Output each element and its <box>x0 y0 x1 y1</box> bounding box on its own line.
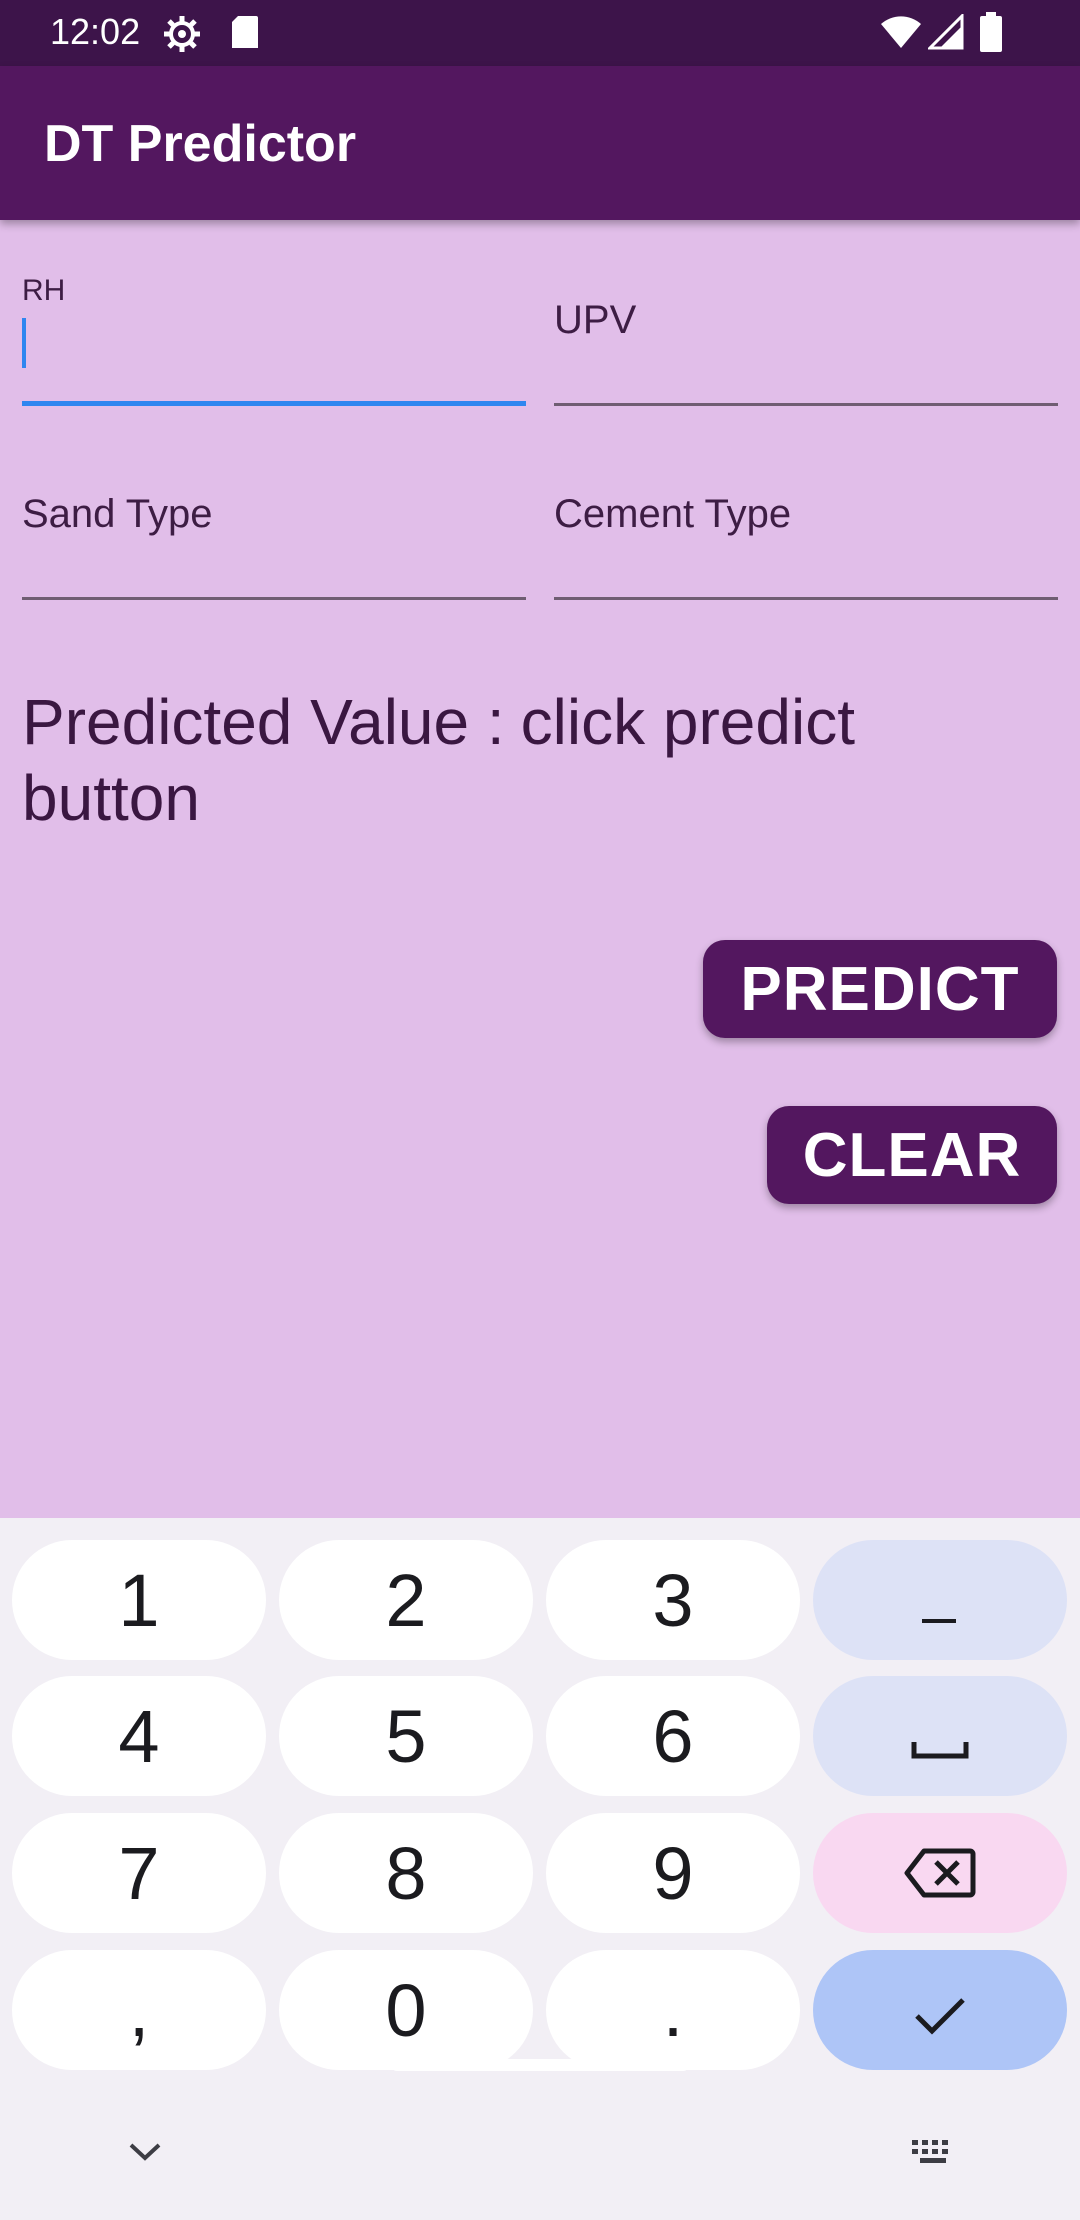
battery-icon <box>978 12 1004 57</box>
key-8[interactable]: 8 <box>279 1813 533 1933</box>
cement-type-label: Cement Type <box>554 492 792 536</box>
rh-label: RH <box>22 274 66 307</box>
text-cursor <box>22 318 26 368</box>
key-0[interactable]: 0 <box>279 1950 533 2070</box>
key-9[interactable]: 9 <box>546 1813 800 1933</box>
key-2[interactable]: 2 <box>279 1540 533 1660</box>
hide-keyboard-chevron-icon[interactable] <box>128 2142 162 2167</box>
keyboard-switch-icon[interactable] <box>910 2138 956 2171</box>
key-comma[interactable]: , <box>12 1950 266 2070</box>
sand-type-field[interactable]: Sand Type <box>22 466 526 602</box>
done-check-icon <box>913 1968 967 2053</box>
key-1[interactable]: 1 <box>12 1540 266 1660</box>
key-6[interactable]: 6 <box>546 1676 800 1796</box>
key-5[interactable]: 5 <box>279 1676 533 1796</box>
clear-button[interactable]: CLEAR <box>767 1106 1057 1204</box>
backspace-icon <box>904 1831 976 1916</box>
status-bar: 12:02 <box>0 0 1080 66</box>
minus-icon <box>920 1558 960 1643</box>
wifi-icon <box>880 14 922 55</box>
predicted-value-text: Predicted Value : click predict button <box>22 684 1022 836</box>
sand-type-label: Sand Type <box>22 492 213 536</box>
app-title: DT Predictor <box>44 115 357 173</box>
rh-underline <box>22 401 526 406</box>
cement-type-field[interactable]: Cement Type <box>554 466 1058 602</box>
upv-underline <box>554 403 1058 406</box>
app-bar: DT Predictor <box>0 66 1080 220</box>
key-3[interactable]: 3 <box>546 1540 800 1660</box>
key-7[interactable]: 7 <box>12 1813 266 1933</box>
upv-field[interactable]: UPV <box>554 270 1058 408</box>
space-icon <box>910 1694 970 1779</box>
key-backspace[interactable] <box>813 1813 1067 1933</box>
home-indicator[interactable] <box>391 2059 689 2071</box>
key-minus[interactable] <box>813 1540 1067 1660</box>
key-period[interactable]: . <box>546 1950 800 2070</box>
settings-icon <box>162 14 202 59</box>
signal-icon <box>926 12 964 55</box>
sd-card-icon <box>230 14 260 55</box>
upv-label: UPV <box>554 298 637 342</box>
numeric-keyboard: 1 2 3 4 5 6 7 8 9 , 0 . <box>0 1518 1080 2220</box>
predict-button[interactable]: PREDICT <box>703 940 1057 1038</box>
status-time: 12:02 <box>50 11 141 52</box>
key-space[interactable] <box>813 1676 1067 1796</box>
cement-type-underline <box>554 597 1058 600</box>
rh-field[interactable]: RH <box>22 270 526 408</box>
key-done[interactable] <box>813 1950 1067 2070</box>
predicted-label: Predicted Value : <box>22 686 505 758</box>
key-4[interactable]: 4 <box>12 1676 266 1796</box>
sand-type-underline <box>22 597 526 600</box>
